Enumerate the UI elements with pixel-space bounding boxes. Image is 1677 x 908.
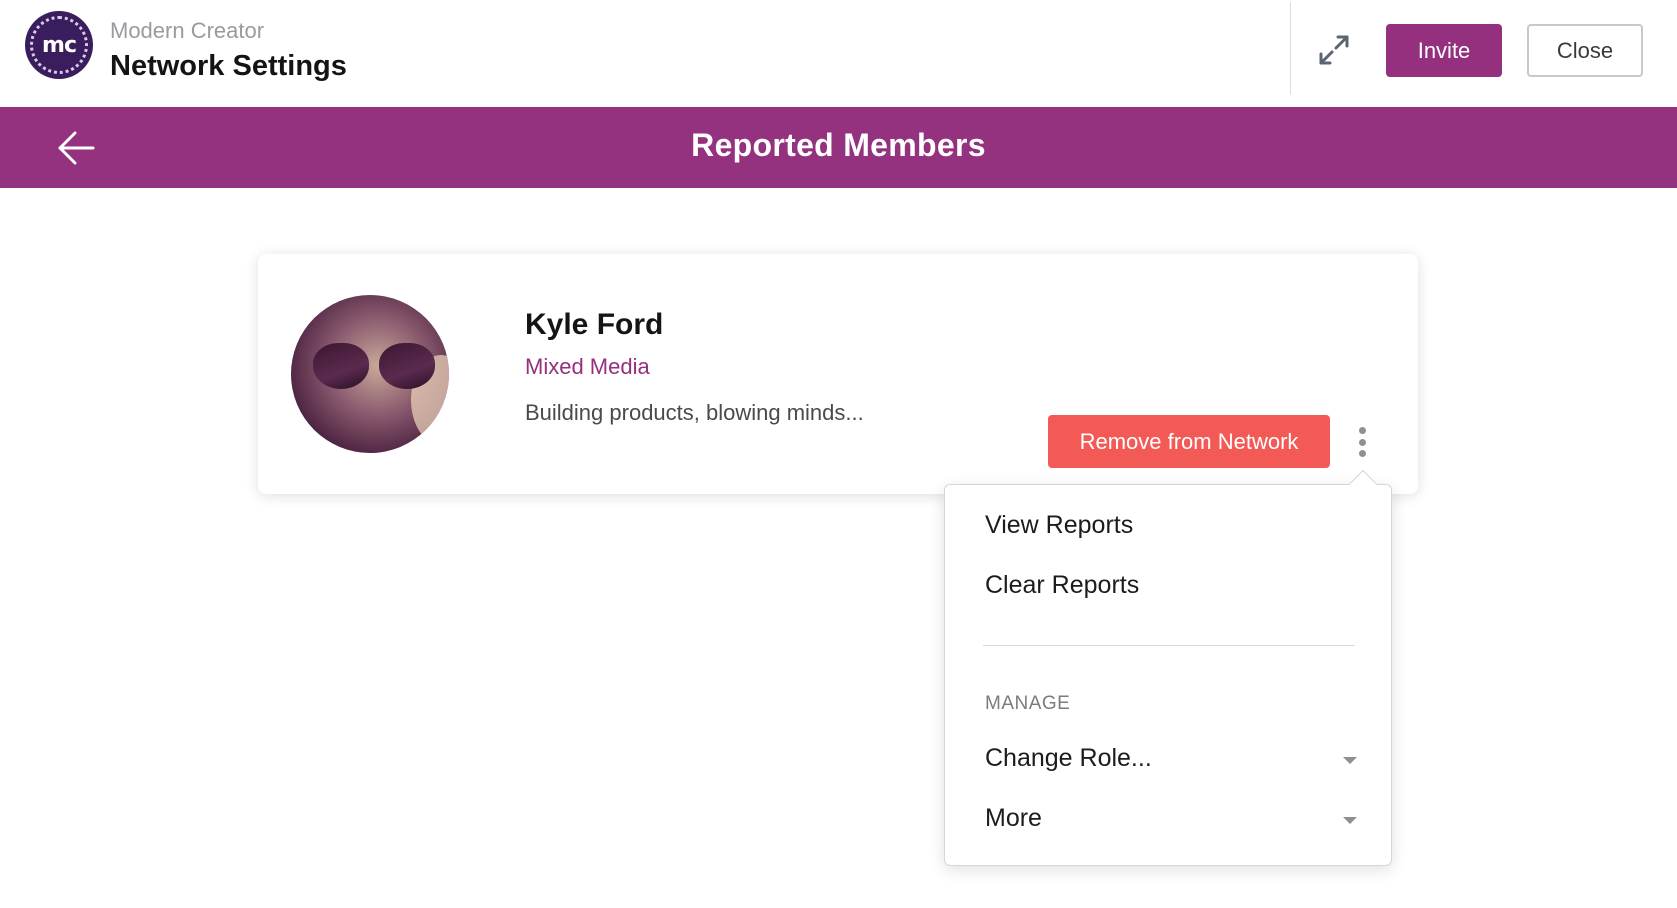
member-bio: Building products, blowing minds... (525, 400, 864, 425)
avatar (291, 295, 449, 453)
more-options-button[interactable] (1350, 424, 1374, 460)
avatar-glasses-right (379, 343, 435, 389)
member-category[interactable]: Mixed Media (525, 354, 650, 380)
member-name: Kyle Ford (525, 308, 664, 341)
more-label: More (985, 804, 1042, 832)
kebab-dot-icon (1358, 427, 1366, 434)
app-window: mc Modern Creator Network Settings Invit… (0, 0, 1677, 908)
header-divider (1290, 2, 1291, 95)
logo: mc (25, 11, 93, 79)
organization-name: Modern Creator (110, 18, 265, 43)
change-role-select[interactable]: Change Role... (985, 742, 1357, 782)
member-card: Kyle Ford Mixed Media Building products,… (258, 254, 1418, 494)
change-role-label: Change Role... (985, 744, 1152, 772)
kebab-dot-icon (1358, 450, 1366, 457)
expand-button[interactable] (1314, 30, 1354, 70)
section-title: Reported Members (691, 127, 986, 163)
title-bar: Reported Members (0, 107, 1677, 188)
chevron-down-icon (1343, 817, 1357, 824)
chevron-down-icon (1343, 757, 1357, 764)
expand-arrows-icon (1319, 35, 1349, 65)
menu-divider (983, 645, 1355, 646)
menu-item-view-reports[interactable]: View Reports (985, 511, 1133, 540)
logo-text: mc (42, 32, 77, 58)
menu-section-label: MANAGE (985, 693, 1071, 714)
member-options-menu: View Reports Clear Reports MANAGE Change… (944, 469, 1392, 866)
remove-from-network-button[interactable]: Remove from Network (1048, 415, 1330, 468)
kebab-dot-icon (1358, 438, 1366, 446)
top-header: mc Modern Creator Network Settings Invit… (0, 0, 1677, 107)
more-select[interactable]: More (985, 802, 1357, 842)
invite-button[interactable]: Invite (1386, 24, 1502, 77)
page-title: Network Settings (110, 50, 347, 82)
menu-item-clear-reports[interactable]: Clear Reports (985, 571, 1139, 600)
close-button[interactable]: Close (1527, 24, 1643, 77)
avatar-glasses-left (313, 343, 369, 389)
